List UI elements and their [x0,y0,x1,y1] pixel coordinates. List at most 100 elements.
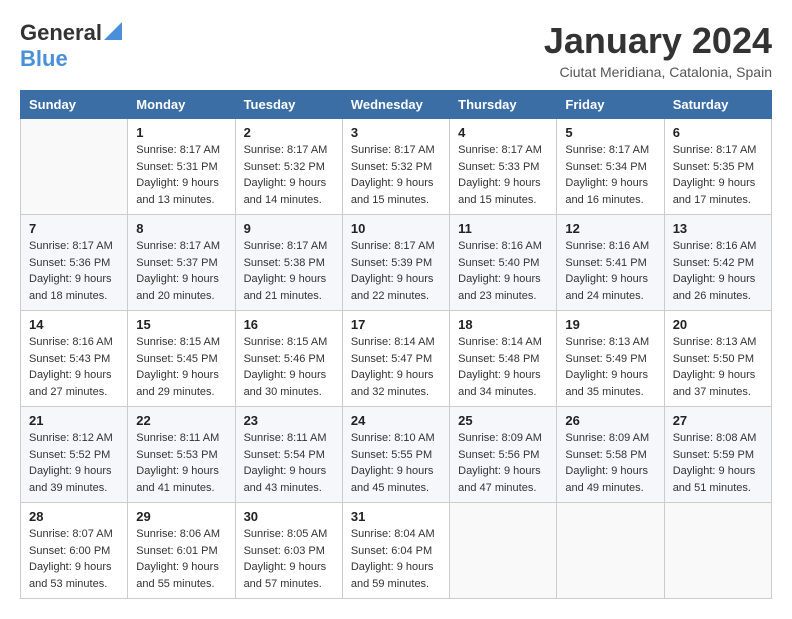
day-info: Sunrise: 8:17 AMSunset: 5:32 PMDaylight:… [351,142,441,208]
day-info: Sunrise: 8:17 AMSunset: 5:31 PMDaylight:… [136,142,226,208]
day-info: Sunrise: 8:17 AMSunset: 5:35 PMDaylight:… [673,142,763,208]
day-info: Sunrise: 8:16 AMSunset: 5:43 PMDaylight:… [29,334,119,400]
calendar-week-row: 1 Sunrise: 8:17 AMSunset: 5:31 PMDaylight… [21,119,772,215]
calendar-cell [664,503,771,599]
location-subtitle: Ciutat Meridiana, Catalonia, Spain [544,64,772,80]
calendar-cell: 26 Sunrise: 8:09 AMSunset: 5:58 PMDayligh… [557,407,664,503]
logo: General Blue [20,20,122,72]
calendar-cell: 2 Sunrise: 8:17 AMSunset: 5:32 PMDaylight… [235,119,342,215]
logo-blue-text: Blue [20,46,68,72]
day-number: 11 [458,221,548,236]
day-info: Sunrise: 8:15 AMSunset: 5:45 PMDaylight:… [136,334,226,400]
day-info: Sunrise: 8:17 AMSunset: 5:36 PMDaylight:… [29,238,119,304]
day-info: Sunrise: 8:17 AMSunset: 5:37 PMDaylight:… [136,238,226,304]
day-info: Sunrise: 8:17 AMSunset: 5:34 PMDaylight:… [565,142,655,208]
calendar-cell: 5 Sunrise: 8:17 AMSunset: 5:34 PMDaylight… [557,119,664,215]
calendar-cell: 27Sunrise: 8:08 AMSunset: 5:59 PMDayligh… [664,407,771,503]
calendar-cell: 1 Sunrise: 8:17 AMSunset: 5:31 PMDaylight… [128,119,235,215]
calendar-cell: 8 Sunrise: 8:17 AMSunset: 5:37 PMDaylight… [128,215,235,311]
day-number: 18 [458,317,548,332]
day-number: 29 [136,509,226,524]
day-info: Sunrise: 8:17 AMSunset: 5:33 PMDaylight:… [458,142,548,208]
day-number: 8 [136,221,226,236]
day-info: Sunrise: 8:10 AMSunset: 5:55 PMDaylight:… [351,430,441,496]
day-info: Sunrise: 8:04 AMSunset: 6:04 PMDaylight:… [351,526,441,592]
day-number: 5 [565,125,655,140]
calendar-cell: 25 Sunrise: 8:09 AMSunset: 5:56 PMDayligh… [450,407,557,503]
day-info: Sunrise: 8:14 AMSunset: 5:48 PMDaylight:… [458,334,548,400]
day-info: Sunrise: 8:13 AMSunset: 5:50 PMDaylight:… [673,334,763,400]
col-friday: Friday [557,91,664,119]
calendar-week-row: 14Sunrise: 8:16 AMSunset: 5:43 PMDayligh… [21,311,772,407]
day-number: 20 [673,317,763,332]
day-number: 2 [244,125,334,140]
day-number: 7 [29,221,119,236]
col-saturday: Saturday [664,91,771,119]
calendar-cell: 21 Sunrise: 8:12 AMSunset: 5:52 PMDayligh… [21,407,128,503]
day-number: 31 [351,509,441,524]
calendar-cell: 3 Sunrise: 8:17 AMSunset: 5:32 PMDaylight… [342,119,449,215]
day-number: 22 [136,413,226,428]
day-info: Sunrise: 8:12 AMSunset: 5:52 PMDaylight:… [29,430,119,496]
calendar-cell: 9 Sunrise: 8:17 AMSunset: 5:38 PMDaylight… [235,215,342,311]
day-info: Sunrise: 8:09 AMSunset: 5:58 PMDaylight:… [565,430,655,496]
calendar-cell: 18 Sunrise: 8:14 AMSunset: 5:48 PMDayligh… [450,311,557,407]
col-tuesday: Tuesday [235,91,342,119]
day-info: Sunrise: 8:08 AMSunset: 5:59 PMDaylight:… [673,430,763,496]
day-info: Sunrise: 8:09 AMSunset: 5:56 PMDaylight:… [458,430,548,496]
day-info: Sunrise: 8:11 AMSunset: 5:53 PMDaylight:… [136,430,226,496]
calendar-cell: 28 Sunrise: 8:07 AMSunset: 6:00 PMDayligh… [21,503,128,599]
day-number: 23 [244,413,334,428]
calendar-cell: 19 Sunrise: 8:13 AMSunset: 5:49 PMDayligh… [557,311,664,407]
calendar-cell: 13 Sunrise: 8:16 AMSunset: 5:42 PMDayligh… [664,215,771,311]
calendar-cell [557,503,664,599]
col-wednesday: Wednesday [342,91,449,119]
day-info: Sunrise: 8:17 AMSunset: 5:32 PMDaylight:… [244,142,334,208]
calendar-cell: 11Sunrise: 8:16 AMSunset: 5:40 PMDayligh… [450,215,557,311]
day-number: 3 [351,125,441,140]
day-number: 15 [136,317,226,332]
day-number: 12 [565,221,655,236]
day-number: 30 [244,509,334,524]
day-number: 1 [136,125,226,140]
day-number: 17 [351,317,441,332]
calendar-cell: 16 Sunrise: 8:15 AMSunset: 5:46 PMDayligh… [235,311,342,407]
col-monday: Monday [128,91,235,119]
day-info: Sunrise: 8:15 AMSunset: 5:46 PMDaylight:… [244,334,334,400]
calendar-cell: 15 Sunrise: 8:15 AMSunset: 5:45 PMDayligh… [128,311,235,407]
day-info: Sunrise: 8:14 AMSunset: 5:47 PMDaylight:… [351,334,441,400]
day-info: Sunrise: 8:05 AMSunset: 6:03 PMDaylight:… [244,526,334,592]
calendar-cell: 30 Sunrise: 8:05 AMSunset: 6:03 PMDayligh… [235,503,342,599]
day-number: 25 [458,413,548,428]
title-section: January 2024 Ciutat Meridiana, Catalonia… [544,20,772,80]
logo-general-text: General [20,20,102,46]
day-number: 6 [673,125,763,140]
day-info: Sunrise: 8:07 AMSunset: 6:00 PMDaylight:… [29,526,119,592]
calendar-cell: 17 Sunrise: 8:14 AMSunset: 5:47 PMDayligh… [342,311,449,407]
day-number: 21 [29,413,119,428]
day-number: 28 [29,509,119,524]
calendar-cell [450,503,557,599]
calendar-cell: 4Sunrise: 8:17 AMSunset: 5:33 PMDaylight… [450,119,557,215]
day-info: Sunrise: 8:11 AMSunset: 5:54 PMDaylight:… [244,430,334,496]
day-info: Sunrise: 8:16 AMSunset: 5:41 PMDaylight:… [565,238,655,304]
col-sunday: Sunday [21,91,128,119]
day-info: Sunrise: 8:13 AMSunset: 5:49 PMDaylight:… [565,334,655,400]
day-number: 13 [673,221,763,236]
calendar-table: Sunday Monday Tuesday Wednesday Thursday… [20,90,772,599]
calendar-cell: 20 Sunrise: 8:13 AMSunset: 5:50 PMDayligh… [664,311,771,407]
calendar-week-row: 7 Sunrise: 8:17 AMSunset: 5:36 PMDaylight… [21,215,772,311]
day-info: Sunrise: 8:17 AMSunset: 5:39 PMDaylight:… [351,238,441,304]
day-number: 9 [244,221,334,236]
day-number: 19 [565,317,655,332]
page-header: General Blue January 2024 Ciutat Meridia… [20,20,772,80]
day-number: 16 [244,317,334,332]
calendar-week-row: 28 Sunrise: 8:07 AMSunset: 6:00 PMDayligh… [21,503,772,599]
calendar-cell [21,119,128,215]
logo-triangle-icon [104,22,122,40]
day-info: Sunrise: 8:16 AMSunset: 5:42 PMDaylight:… [673,238,763,304]
day-info: Sunrise: 8:17 AMSunset: 5:38 PMDaylight:… [244,238,334,304]
month-title: January 2024 [544,20,772,62]
day-number: 26 [565,413,655,428]
calendar-cell: 31 Sunrise: 8:04 AMSunset: 6:04 PMDayligh… [342,503,449,599]
